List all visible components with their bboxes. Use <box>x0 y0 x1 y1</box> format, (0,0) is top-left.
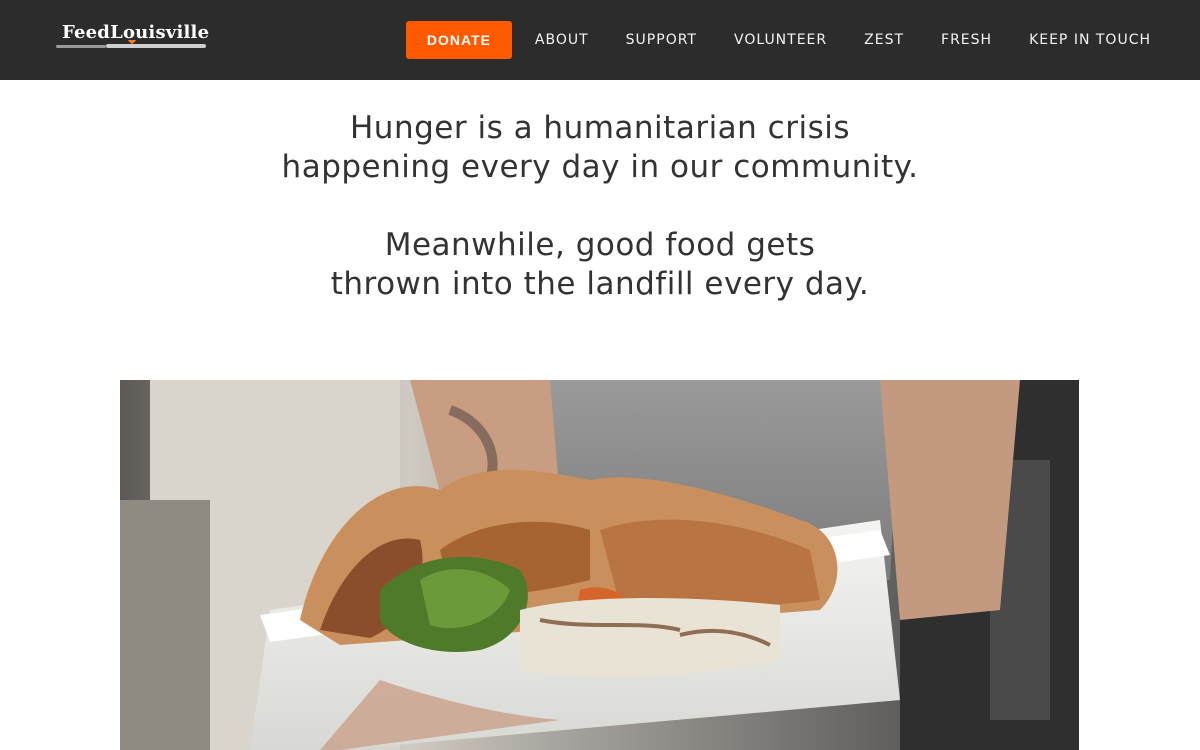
logo-text: FeedLouisville <box>62 22 210 43</box>
nav-zest[interactable]: ZEST <box>864 32 904 48</box>
main-nav: DONATE ABOUT SUPPORT VOLUNTEER ZEST FRES… <box>405 21 1151 59</box>
nav-support[interactable]: SUPPORT <box>626 32 697 48</box>
hero-headline-1: Hunger is a humanitarian crisis happenin… <box>0 109 1200 187</box>
donate-button[interactable]: DONATE <box>405 21 512 59</box>
hero-line-1: Hunger is a humanitarian crisis <box>350 110 850 146</box>
hero-line-3: Meanwhile, good food gets <box>384 227 816 263</box>
site-header: FeedLouisville DONATE ABOUT SUPPORT VOLU… <box>0 0 1200 80</box>
hero-food-photo <box>120 380 1079 750</box>
nav-volunteer[interactable]: VOLUNTEER <box>734 32 827 48</box>
site-logo[interactable]: FeedLouisville <box>54 18 210 58</box>
nav-about[interactable]: ABOUT <box>535 32 589 48</box>
nav-fresh[interactable]: FRESH <box>941 32 992 48</box>
food-container-image <box>120 380 1079 750</box>
hero-line-4: thrown into the landfill every day. <box>330 266 870 302</box>
nav-keep-in-touch[interactable]: KEEP IN TOUCH <box>1029 32 1151 48</box>
hero-line-2: happening every day in our community. <box>281 149 919 185</box>
hero-headline-2: Meanwhile, good food gets thrown into th… <box>0 226 1200 304</box>
